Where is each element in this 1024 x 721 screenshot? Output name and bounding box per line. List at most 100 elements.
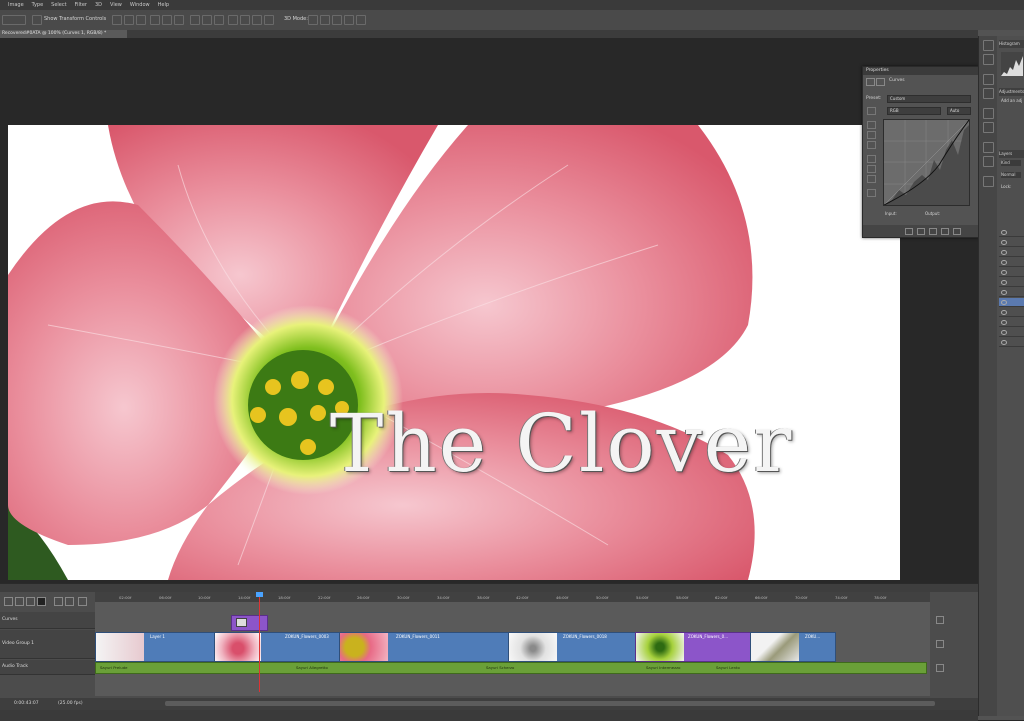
clipping-warning-icon[interactable] [867,189,876,197]
eyedropper-white-icon[interactable] [867,141,876,149]
menu-view[interactable]: View [110,2,122,8]
auto-button[interactable]: Auto [947,107,971,115]
timeline-scrollbar[interactable] [165,701,935,706]
visibility-eye-icon[interactable] [1001,250,1007,255]
playhead-handle[interactable] [256,592,263,597]
smooth-icon[interactable] [867,175,876,183]
document-tab[interactable]: Recovered#0ATA @ 100% (Curves 1, RGB/8) … [0,30,127,38]
clip-to-layer-icon[interactable] [905,228,913,235]
blend-mode-dropdown[interactable]: Normal [1001,172,1021,178]
settings-icon[interactable] [65,597,74,606]
distribute-middle-icon[interactable] [202,15,212,25]
align-middle-icon[interactable] [124,15,134,25]
properties-panel-header[interactable]: Properties [863,67,978,75]
video-clip[interactable]: ZOKUN_Flowers_0003 [214,632,340,662]
history-icon[interactable] [983,40,994,51]
track-add-icon[interactable] [936,640,944,648]
distribute-bottom-icon[interactable] [214,15,224,25]
visibility-eye-icon[interactable] [1001,340,1007,345]
histogram-tab[interactable]: Histogram [999,40,1024,48]
properties-icon[interactable] [983,74,994,85]
layer-filter-kind[interactable]: Kind [1001,160,1021,166]
document-canvas[interactable]: The Clover [8,125,900,580]
actions-icon[interactable] [983,54,994,65]
track-label-video-group[interactable]: Video Group 1 [0,630,95,659]
visibility-icon[interactable] [941,228,949,235]
visibility-eye-icon[interactable] [1001,260,1007,265]
visibility-eye-icon[interactable] [1001,290,1007,295]
audio-icon[interactable] [54,597,63,606]
visibility-eye-icon[interactable] [1001,280,1007,285]
split-icon[interactable] [78,597,87,606]
tool-presets-icon[interactable] [983,176,994,187]
menu-help[interactable]: Help [158,2,169,8]
video-clip[interactable]: ZOKUN_Flowers_0011 [339,632,509,662]
curves-adjustment-clip[interactable] [231,615,268,631]
tool-preset-picker[interactable] [2,15,26,25]
visibility-eye-icon[interactable] [1001,230,1007,235]
clone-source-icon[interactable] [983,156,994,167]
align-center-icon[interactable] [162,15,172,25]
3d-scale-icon[interactable] [356,15,366,25]
align-top-icon[interactable] [112,15,122,25]
distribute-right-icon[interactable] [252,15,262,25]
delete-adjustment-icon[interactable] [953,228,961,235]
pencil-icon[interactable] [867,165,876,173]
adjustments-tab[interactable]: Adjustments [999,88,1024,96]
reset-icon[interactable] [929,228,937,235]
visibility-eye-icon[interactable] [1001,310,1007,315]
distribute-top-icon[interactable] [190,15,200,25]
align-right-icon[interactable] [174,15,184,25]
layers-tab[interactable]: Layers [999,150,1024,158]
track-label-curves[interactable]: Curves [0,612,95,629]
3d-roll-icon[interactable] [320,15,330,25]
view-previous-icon[interactable] [917,228,925,235]
distribute-left-icon[interactable] [228,15,238,25]
canvas-title-text[interactable]: The Clover [330,397,793,490]
curve-edit-icon[interactable] [867,155,876,163]
info-icon[interactable] [983,88,994,99]
go-to-first-frame-icon[interactable] [4,597,13,606]
video-clip[interactable]: ZOKU... [750,632,836,662]
show-transform-checkbox[interactable] [32,15,42,25]
menu-select[interactable]: Select [51,2,66,8]
video-clip[interactable]: Layer 1 [95,632,215,662]
video-clip[interactable]: ZOKUN_Flowers_0... [635,632,751,662]
curves-graph[interactable] [883,119,970,206]
track-add-icon[interactable] [936,664,944,672]
auto-align-icon[interactable] [264,15,274,25]
align-left-icon[interactable] [150,15,160,25]
3d-drag-icon[interactable] [332,15,342,25]
current-timecode[interactable]: 0:00:43:07 [14,698,39,710]
menu-filter[interactable]: Filter [75,2,87,8]
visibility-eye-icon[interactable] [1001,330,1007,335]
eyedropper-black-icon[interactable] [867,121,876,129]
next-frame-icon[interactable] [37,597,46,606]
mask-icon[interactable] [876,78,885,86]
align-bottom-icon[interactable] [136,15,146,25]
play-icon[interactable] [26,597,35,606]
track-label-audio[interactable]: Audio Track [0,660,95,675]
3d-rotate-icon[interactable] [308,15,318,25]
3d-slide-icon[interactable] [344,15,354,25]
menu-image[interactable]: Image [8,2,24,8]
video-clip[interactable]: ZOKUN_Flowers_0018 [508,632,636,662]
brush-icon[interactable] [983,142,994,153]
menu-type[interactable]: Type [32,2,43,8]
menu-window[interactable]: Window [130,2,150,8]
timeline-ruler[interactable]: 02:00f 06:00f 10:00f 14:00f 18:00f 22:00f 26:0… [95,592,930,602]
visibility-eye-icon[interactable] [1001,240,1007,245]
timeline-header[interactable] [0,584,978,592]
menu-3d[interactable]: 3D [95,2,102,8]
visibility-eye-icon[interactable] [1001,320,1007,325]
preset-dropdown[interactable]: Custom [887,95,971,103]
previous-frame-icon[interactable] [15,597,24,606]
audio-clip-track[interactable]: Sayuri Prelude Sayuri Allegretto Sayuri … [95,662,927,674]
track-add-icon[interactable] [936,616,944,624]
distribute-center-icon[interactable] [240,15,250,25]
eyedropper-gray-icon[interactable] [867,131,876,139]
visibility-eye-icon[interactable] [1001,300,1007,305]
channel-dropdown[interactable]: RGB [887,107,941,115]
visibility-eye-icon[interactable] [1001,270,1007,275]
character-icon[interactable] [983,108,994,119]
